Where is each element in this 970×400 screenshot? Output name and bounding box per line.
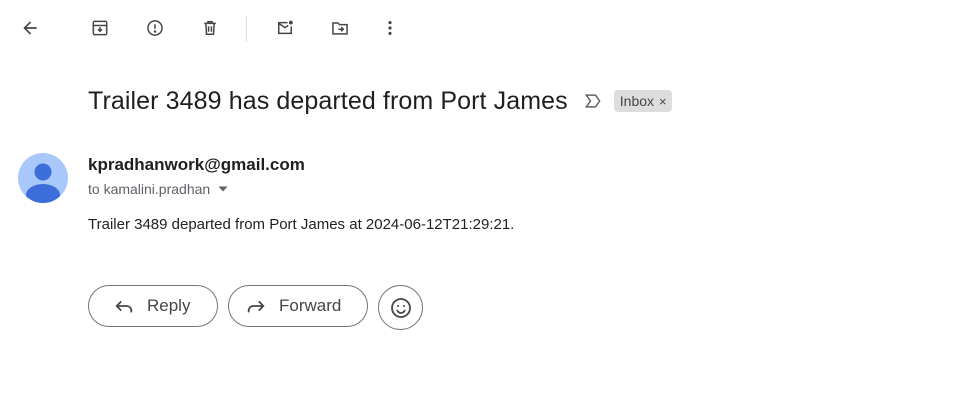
recipient-text: to kamalini.pradhan — [88, 181, 211, 197]
importance-icon — [584, 94, 601, 108]
importance-marker[interactable] — [582, 90, 604, 112]
email-toolbar — [10, 8, 430, 48]
avatar[interactable] — [18, 153, 68, 203]
subject-row: Trailer 3489 has departed from Port Jame… — [88, 84, 672, 118]
recipient-details-toggle[interactable]: to kamalini.pradhan — [88, 181, 229, 197]
reply-label: Reply — [147, 296, 191, 315]
move-to-button[interactable] — [320, 8, 360, 48]
back-button[interactable] — [10, 8, 50, 48]
label-text: Inbox — [619, 93, 655, 109]
forward-button[interactable]: Forward — [228, 285, 368, 327]
forward-label: Forward — [279, 296, 342, 315]
reply-button[interactable]: Reply — [88, 285, 218, 327]
mark-unread-button[interactable] — [265, 8, 305, 48]
emoji-reaction-button[interactable] — [378, 285, 423, 330]
mark-unread-icon — [278, 20, 293, 35]
sender-email[interactable]: kpradhanwork@gmail.com — [88, 155, 305, 175]
inbox-label-chip[interactable]: Inbox × — [613, 90, 672, 112]
move-to-icon — [332, 22, 348, 35]
delete-button[interactable] — [190, 8, 230, 48]
toolbar-divider — [246, 16, 247, 42]
smiley-icon — [390, 297, 411, 318]
remove-label-icon[interactable]: × — [659, 94, 667, 109]
archive-button[interactable] — [80, 8, 120, 48]
more-options-icon — [388, 21, 392, 35]
back-arrow-icon — [23, 21, 37, 35]
report-spam-icon — [147, 20, 163, 36]
reply-icon — [115, 300, 133, 313]
more-options-button[interactable] — [370, 8, 410, 48]
person-icon — [26, 163, 60, 203]
report-spam-button[interactable] — [135, 8, 175, 48]
email-subject: Trailer 3489 has departed from Port Jame… — [88, 86, 568, 115]
forward-icon — [247, 300, 265, 313]
delete-icon — [204, 21, 216, 35]
caret-down-icon — [218, 186, 228, 192]
archive-icon — [92, 20, 108, 36]
email-view: Trailer 3489 has departed from Port Jame… — [0, 0, 970, 400]
email-body: Trailer 3489 departed from Port James at… — [88, 216, 515, 233]
